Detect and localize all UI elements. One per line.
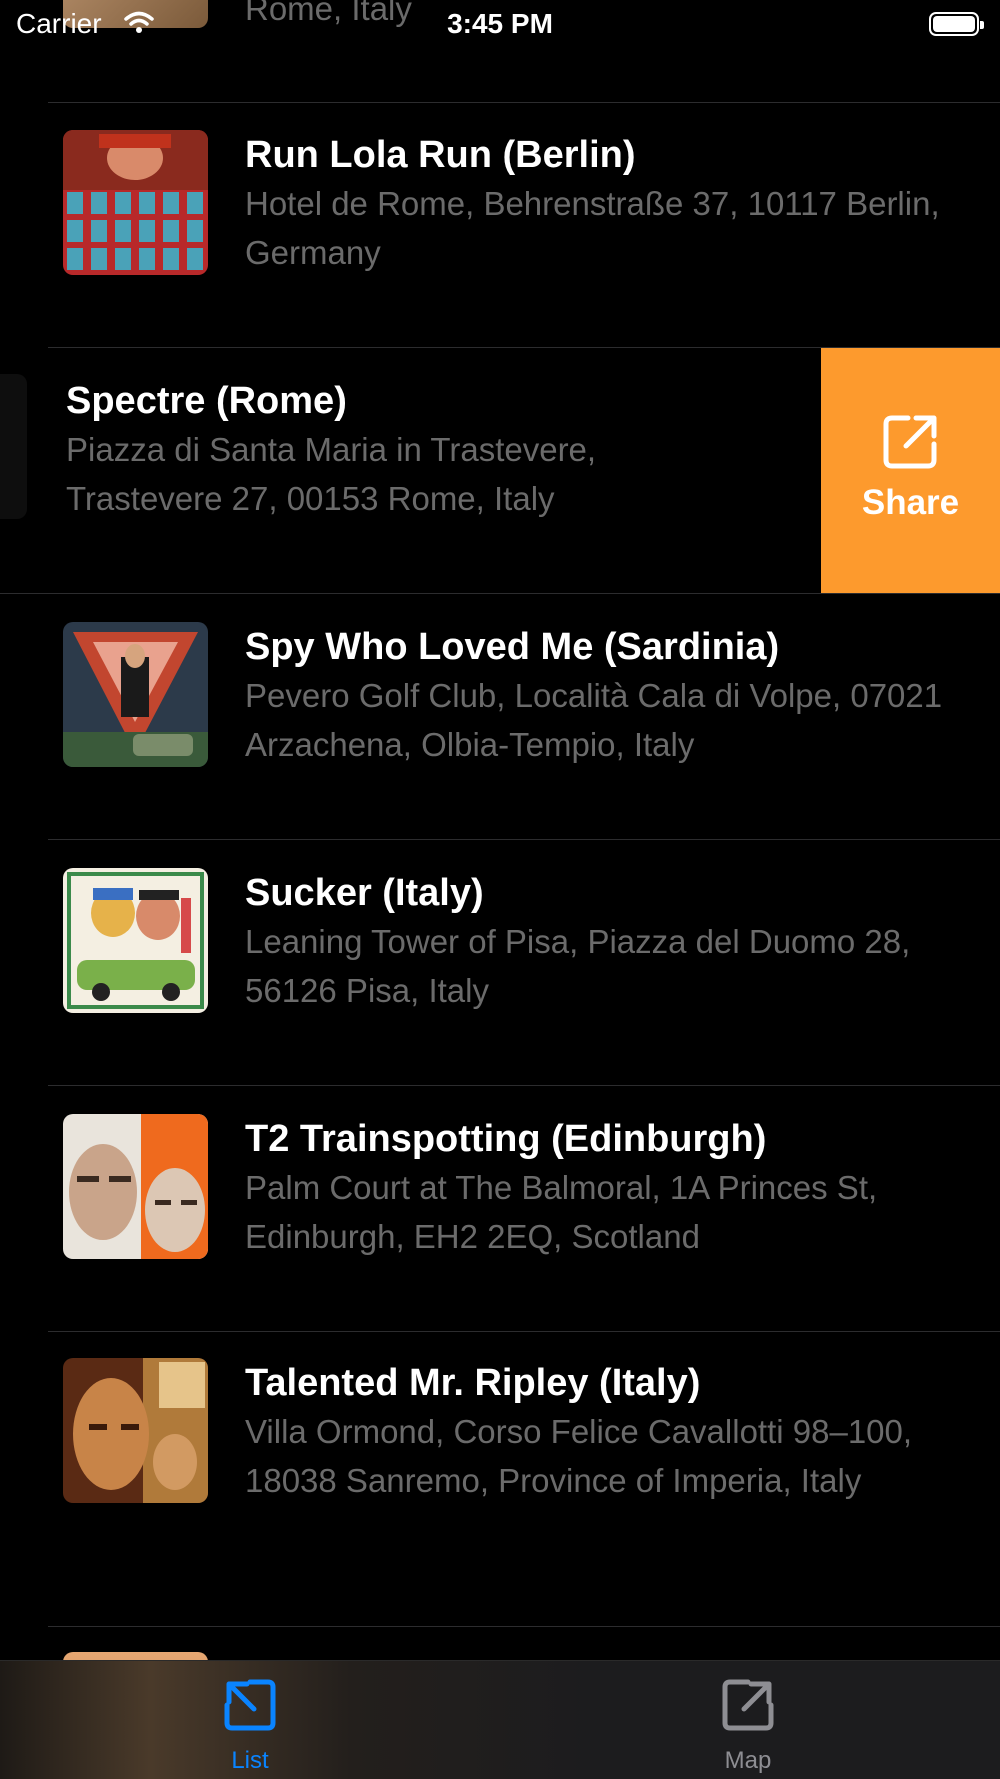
location-list[interactable]: Rome, Italy Run Lola Run (Berlin) Hotel …: [0, 0, 1000, 1660]
tab-list-label: List: [231, 1747, 269, 1774]
movie-poster-thumbnail: [63, 868, 208, 1013]
list-item-subtitle: Leaning Tower of Pisa, Piazza del Duomo …: [245, 923, 911, 1009]
list-item-title: Talented Mr. Ripley (Italy): [245, 1362, 701, 1404]
list-item-title: Sucker (Italy): [245, 872, 484, 914]
status-bar: Carrier 3:45 PM: [0, 0, 1000, 50]
battery-icon: [929, 12, 984, 36]
list-item-swiped[interactable]: Spectre (Rome) Piazza di Santa Maria in …: [0, 348, 1000, 594]
tab-map-label: Map: [724, 1747, 772, 1774]
movie-poster-thumbnail: [63, 130, 208, 275]
movie-poster-thumbnail: [63, 622, 208, 767]
share-button-label: Share: [861, 483, 960, 522]
list-item-subtitle: Villa Ormond, Corso Felice Cavallotti 98…: [245, 1413, 913, 1499]
list-item-title: Spy Who Loved Me (Sardinia): [245, 626, 780, 668]
list-item-title: T2 Trainspotting (Edinburgh): [245, 1118, 767, 1160]
share-icon: [883, 415, 937, 469]
movie-poster-thumbnail: [63, 1358, 208, 1503]
movie-poster-thumbnail: [63, 1652, 208, 1660]
list-item[interactable]: Talented Mr. Ripley (Italy) Villa Ormond…: [0, 1332, 1000, 1627]
list-item-partial[interactable]: [0, 1627, 1000, 1660]
list-item[interactable]: Spy Who Loved Me (Sardinia) Pevero Golf …: [0, 594, 1000, 840]
tab-map[interactable]: Map: [598, 1661, 898, 1779]
list-item-subtitle: Piazza di Santa Maria in Trastevere, Tra…: [66, 431, 597, 517]
list-item-title: Run Lola Run (Berlin): [245, 134, 636, 176]
list-item[interactable]: Sucker (Italy) Leaning Tower of Pisa, Pi…: [0, 840, 1000, 1086]
list-item-subtitle: Pevero Golf Club, Località Cala di Volpe…: [245, 677, 943, 763]
list-item-subtitle: Hotel de Rome, Behrenstraße 37, 10117 Be…: [245, 185, 940, 271]
offscreen-thumbnail-edge: [0, 374, 27, 519]
status-time-text: 3:45 PM: [447, 8, 553, 39]
tab-list[interactable]: List: [100, 1661, 400, 1779]
tab-bar: List Map: [0, 1660, 1000, 1779]
list-item-title: Spectre (Rome): [66, 380, 347, 422]
list-icon: [224, 1679, 276, 1731]
list-item[interactable]: Run Lola Run (Berlin) Hotel de Rome, Beh…: [0, 102, 1000, 348]
map-icon: [722, 1679, 774, 1731]
list-item[interactable]: T2 Trainspotting (Edinburgh) Palm Court …: [0, 1086, 1000, 1332]
share-swipe-button[interactable]: Share: [821, 348, 1000, 594]
movie-poster-thumbnail: [63, 1114, 208, 1259]
status-time: 3:45 PM: [0, 8, 1000, 40]
list-item-subtitle: Palm Court at The Balmoral, 1A Princes S…: [245, 1169, 878, 1255]
